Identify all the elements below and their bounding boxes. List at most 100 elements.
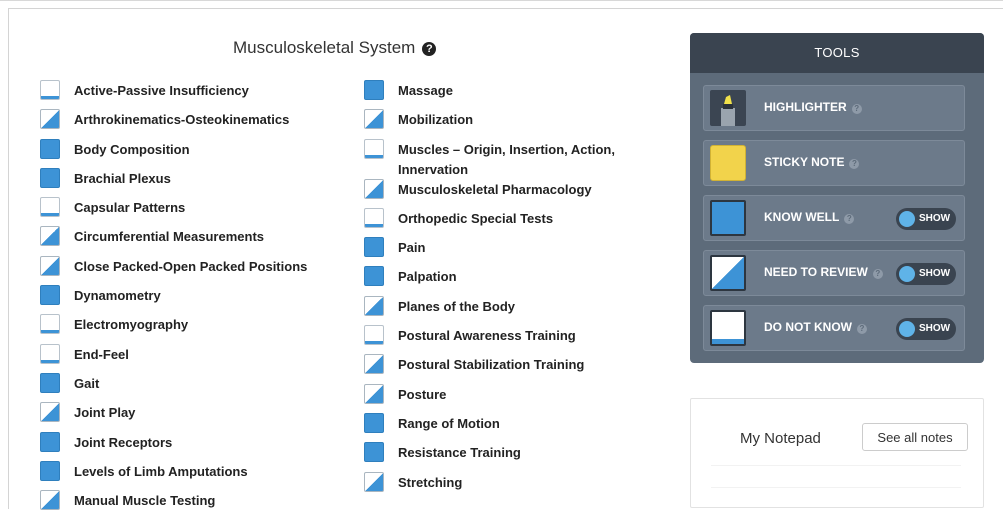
topic-label[interactable]: Orthopedic Special Tests bbox=[398, 209, 553, 229]
need-to-review-help-icon[interactable]: ? bbox=[872, 269, 883, 279]
status-review-checkbox[interactable] bbox=[364, 471, 384, 492]
topic-item[interactable]: Muscles – Origin, Insertion, Action, Inn… bbox=[364, 138, 664, 178]
topic-label[interactable]: Active-Passive Insufficiency bbox=[74, 81, 249, 101]
status-know-checkbox[interactable] bbox=[40, 167, 60, 188]
status-notknow-checkbox[interactable] bbox=[40, 343, 60, 364]
topic-item[interactable]: Mobilization bbox=[364, 108, 664, 137]
topic-item[interactable]: Levels of Limb Amputations bbox=[40, 460, 340, 489]
topic-label[interactable]: Pain bbox=[398, 238, 425, 258]
need-to-review-show-toggle[interactable]: SHOW bbox=[896, 263, 956, 285]
topic-label[interactable]: Musculoskeletal Pharmacology bbox=[398, 180, 592, 200]
status-notknow-checkbox[interactable] bbox=[364, 138, 384, 159]
status-notknow-checkbox[interactable] bbox=[40, 197, 60, 218]
topic-item[interactable]: Active-Passive Insufficiency bbox=[40, 79, 340, 108]
topic-label[interactable]: Palpation bbox=[398, 267, 457, 287]
do-not-know-show-toggle[interactable]: SHOW bbox=[896, 318, 956, 340]
status-notknow-checkbox[interactable] bbox=[40, 314, 60, 335]
highlighter-tool[interactable]: HIGHLIGHTER? bbox=[703, 85, 965, 131]
topic-label[interactable]: Mobilization bbox=[398, 110, 473, 130]
status-review-checkbox[interactable] bbox=[364, 383, 384, 404]
topic-item[interactable]: End-Feel bbox=[40, 343, 340, 372]
know-well-tool[interactable]: KNOW WELL? SHOW bbox=[703, 195, 965, 241]
topic-item[interactable]: Body Composition bbox=[40, 138, 340, 167]
status-review-checkbox[interactable] bbox=[40, 255, 60, 276]
topic-item[interactable]: Brachial Plexus bbox=[40, 167, 340, 196]
topic-label[interactable]: Stretching bbox=[398, 473, 462, 493]
topic-label[interactable]: Resistance Training bbox=[398, 443, 521, 463]
status-review-checkbox[interactable] bbox=[40, 109, 60, 130]
status-review-checkbox[interactable] bbox=[40, 226, 60, 247]
topic-label[interactable]: Gait bbox=[74, 374, 99, 394]
status-review-checkbox[interactable] bbox=[40, 490, 60, 511]
topic-label[interactable]: Planes of the Body bbox=[398, 297, 515, 317]
topic-item[interactable]: Range of Motion bbox=[364, 412, 664, 441]
topic-label[interactable]: End-Feel bbox=[74, 345, 129, 365]
topic-item[interactable]: Palpation bbox=[364, 265, 664, 294]
highlighter-help-icon[interactable]: ? bbox=[851, 104, 862, 114]
status-review-checkbox[interactable] bbox=[364, 178, 384, 199]
topic-item[interactable]: Musculoskeletal Pharmacology bbox=[364, 178, 664, 207]
status-know-checkbox[interactable] bbox=[364, 412, 384, 433]
do-not-know-help-icon[interactable]: ? bbox=[857, 324, 867, 334]
topic-label[interactable]: Joint Receptors bbox=[74, 433, 172, 453]
topic-item[interactable]: Close Packed-Open Packed Positions bbox=[40, 255, 340, 284]
topic-item[interactable]: Resistance Training bbox=[364, 441, 664, 470]
topic-item[interactable]: Orthopedic Special Tests bbox=[364, 207, 664, 236]
status-review-checkbox[interactable] bbox=[364, 354, 384, 375]
status-know-checkbox[interactable] bbox=[364, 237, 384, 258]
status-notknow-checkbox[interactable] bbox=[364, 207, 384, 228]
topic-item[interactable]: Planes of the Body bbox=[364, 295, 664, 324]
topic-item[interactable]: Circumferential Measurements bbox=[40, 225, 340, 254]
topic-item[interactable]: Joint Receptors bbox=[40, 431, 340, 460]
status-notknow-checkbox[interactable] bbox=[364, 325, 384, 346]
topic-label[interactable]: Levels of Limb Amputations bbox=[74, 462, 248, 482]
topic-label[interactable]: Joint Play bbox=[74, 403, 135, 423]
topic-label[interactable]: Massage bbox=[398, 81, 453, 101]
topic-label[interactable]: Body Composition bbox=[74, 140, 190, 160]
topic-label[interactable]: Electromyography bbox=[74, 315, 188, 335]
status-know-checkbox[interactable] bbox=[40, 372, 60, 393]
status-know-checkbox[interactable] bbox=[364, 442, 384, 463]
topic-label[interactable]: Brachial Plexus bbox=[74, 169, 171, 189]
topic-label[interactable]: Postural Stabilization Training bbox=[398, 355, 584, 375]
sticky-note-help-icon[interactable]: ? bbox=[849, 159, 860, 169]
topic-label[interactable]: Capsular Patterns bbox=[74, 198, 185, 218]
topic-label[interactable]: Posture bbox=[398, 385, 446, 405]
topic-item[interactable]: Electromyography bbox=[40, 313, 340, 342]
topic-item[interactable]: Posture bbox=[364, 383, 664, 412]
help-icon[interactable]: ? bbox=[422, 42, 437, 56]
topic-item[interactable]: Postural Awareness Training bbox=[364, 324, 664, 353]
status-know-checkbox[interactable] bbox=[40, 285, 60, 306]
topic-item[interactable]: Dynamometry bbox=[40, 284, 340, 313]
status-review-checkbox[interactable] bbox=[40, 402, 60, 423]
topic-item[interactable]: Arthrokinematics-Osteokinematics bbox=[40, 108, 340, 137]
do-not-know-tool[interactable]: DO NOT KNOW? SHOW bbox=[703, 305, 965, 351]
topic-item[interactable]: Massage bbox=[364, 79, 664, 108]
topic-label[interactable]: Postural Awareness Training bbox=[398, 326, 576, 346]
know-well-help-icon[interactable]: ? bbox=[844, 214, 855, 224]
topic-label[interactable]: Range of Motion bbox=[398, 414, 500, 434]
topic-label[interactable]: Circumferential Measurements bbox=[74, 227, 264, 247]
topic-item[interactable]: Pain bbox=[364, 236, 664, 265]
topic-item[interactable]: Gait bbox=[40, 372, 340, 401]
topic-label[interactable]: Close Packed-Open Packed Positions bbox=[74, 257, 307, 277]
topic-item[interactable]: Joint Play bbox=[40, 401, 340, 430]
status-know-checkbox[interactable] bbox=[40, 460, 60, 481]
status-know-checkbox[interactable] bbox=[364, 266, 384, 287]
status-know-checkbox[interactable] bbox=[40, 138, 60, 159]
need-to-review-tool[interactable]: NEED TO REVIEW? SHOW bbox=[703, 250, 965, 296]
topic-item[interactable]: Manual Muscle Testing bbox=[40, 489, 340, 518]
topic-label[interactable]: Arthrokinematics-Osteokinematics bbox=[74, 110, 289, 130]
status-review-checkbox[interactable] bbox=[364, 109, 384, 130]
sticky-note-tool[interactable]: STICKY NOTE? bbox=[703, 140, 965, 186]
topic-label[interactable]: Manual Muscle Testing bbox=[74, 491, 215, 511]
status-know-checkbox[interactable] bbox=[364, 80, 384, 100]
status-notknow-checkbox[interactable] bbox=[40, 80, 60, 100]
topic-item[interactable]: Stretching bbox=[364, 471, 664, 500]
topic-item[interactable]: Capsular Patterns bbox=[40, 196, 340, 225]
topic-item[interactable]: Postural Stabilization Training bbox=[364, 353, 664, 382]
topic-label[interactable]: Muscles – Origin, Insertion, Action, Inn… bbox=[398, 140, 638, 180]
know-well-show-toggle[interactable]: SHOW bbox=[896, 208, 956, 230]
see-all-notes-button[interactable]: See all notes bbox=[862, 423, 968, 451]
status-know-checkbox[interactable] bbox=[40, 431, 60, 452]
